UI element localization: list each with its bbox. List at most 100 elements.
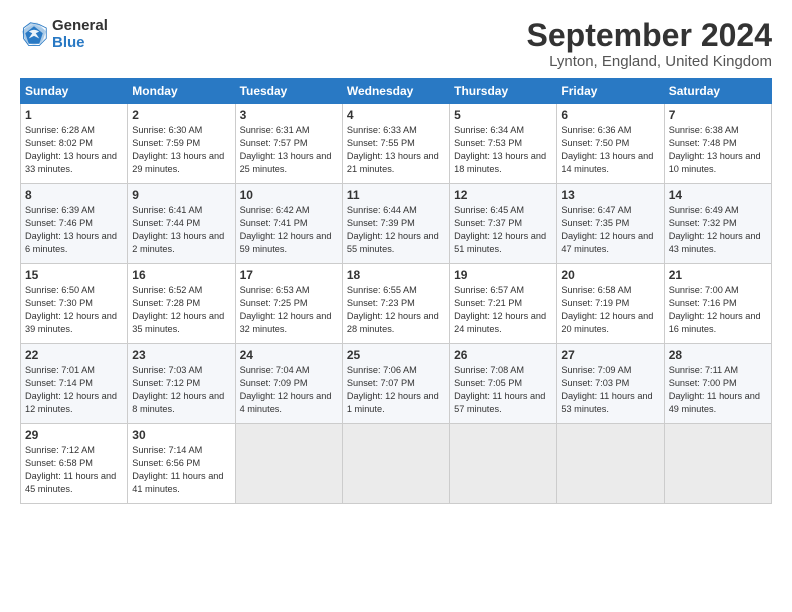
empty-cell: [664, 424, 771, 504]
day-cell-25: 25 Sunrise: 7:06 AMSunset: 7:07 PMDaylig…: [342, 344, 449, 424]
day-cell-21: 21 Sunrise: 7:00 AMSunset: 7:16 PMDaylig…: [664, 264, 771, 344]
cell-info: Sunrise: 6:28 AMSunset: 8:02 PMDaylight:…: [25, 125, 117, 174]
cell-info: Sunrise: 6:30 AMSunset: 7:59 PMDaylight:…: [132, 125, 224, 174]
day-number: 14: [669, 188, 767, 202]
day-number: 24: [240, 348, 338, 362]
day-cell-5: 5 Sunrise: 6:34 AMSunset: 7:53 PMDayligh…: [450, 104, 557, 184]
day-number: 10: [240, 188, 338, 202]
empty-cell: [235, 424, 342, 504]
day-cell-19: 19 Sunrise: 6:57 AMSunset: 7:21 PMDaylig…: [450, 264, 557, 344]
day-cell-23: 23 Sunrise: 7:03 AMSunset: 7:12 PMDaylig…: [128, 344, 235, 424]
calendar-table: Sunday Monday Tuesday Wednesday Thursday…: [20, 78, 772, 504]
day-cell-3: 3 Sunrise: 6:31 AMSunset: 7:57 PMDayligh…: [235, 104, 342, 184]
header-row: Sunday Monday Tuesday Wednesday Thursday…: [21, 79, 772, 104]
day-number: 1: [25, 108, 123, 122]
cell-info: Sunrise: 6:53 AMSunset: 7:25 PMDaylight:…: [240, 285, 332, 334]
day-number: 18: [347, 268, 445, 282]
cell-info: Sunrise: 6:42 AMSunset: 7:41 PMDaylight:…: [240, 205, 332, 254]
day-number: 11: [347, 188, 445, 202]
day-number: 6: [561, 108, 659, 122]
cell-info: Sunrise: 7:08 AMSunset: 7:05 PMDaylight:…: [454, 365, 545, 414]
th-monday: Monday: [128, 79, 235, 104]
day-number: 15: [25, 268, 123, 282]
cell-info: Sunrise: 7:11 AMSunset: 7:00 PMDaylight:…: [669, 365, 760, 414]
day-cell-4: 4 Sunrise: 6:33 AMSunset: 7:55 PMDayligh…: [342, 104, 449, 184]
day-number: 16: [132, 268, 230, 282]
day-number: 20: [561, 268, 659, 282]
cell-info: Sunrise: 6:34 AMSunset: 7:53 PMDaylight:…: [454, 125, 546, 174]
day-number: 2: [132, 108, 230, 122]
day-number: 27: [561, 348, 659, 362]
cell-info: Sunrise: 6:33 AMSunset: 7:55 PMDaylight:…: [347, 125, 439, 174]
day-cell-29: 29 Sunrise: 7:12 AMSunset: 6:58 PMDaylig…: [21, 424, 128, 504]
day-number: 19: [454, 268, 552, 282]
day-number: 12: [454, 188, 552, 202]
day-number: 7: [669, 108, 767, 122]
day-number: 23: [132, 348, 230, 362]
day-number: 28: [669, 348, 767, 362]
day-cell-11: 11 Sunrise: 6:44 AMSunset: 7:39 PMDaylig…: [342, 184, 449, 264]
th-tuesday: Tuesday: [235, 79, 342, 104]
day-number: 25: [347, 348, 445, 362]
day-cell-9: 9 Sunrise: 6:41 AMSunset: 7:44 PMDayligh…: [128, 184, 235, 264]
calendar-row-1: 1 Sunrise: 6:28 AMSunset: 8:02 PMDayligh…: [21, 104, 772, 184]
day-cell-28: 28 Sunrise: 7:11 AMSunset: 7:00 PMDaylig…: [664, 344, 771, 424]
day-cell-2: 2 Sunrise: 6:30 AMSunset: 7:59 PMDayligh…: [128, 104, 235, 184]
day-cell-30: 30 Sunrise: 7:14 AMSunset: 6:56 PMDaylig…: [128, 424, 235, 504]
cell-info: Sunrise: 6:50 AMSunset: 7:30 PMDaylight:…: [25, 285, 117, 334]
day-cell-26: 26 Sunrise: 7:08 AMSunset: 7:05 PMDaylig…: [450, 344, 557, 424]
th-thursday: Thursday: [450, 79, 557, 104]
cell-info: Sunrise: 6:52 AMSunset: 7:28 PMDaylight:…: [132, 285, 224, 334]
day-cell-17: 17 Sunrise: 6:53 AMSunset: 7:25 PMDaylig…: [235, 264, 342, 344]
day-cell-27: 27 Sunrise: 7:09 AMSunset: 7:03 PMDaylig…: [557, 344, 664, 424]
day-cell-24: 24 Sunrise: 7:04 AMSunset: 7:09 PMDaylig…: [235, 344, 342, 424]
calendar-row-2: 8 Sunrise: 6:39 AMSunset: 7:46 PMDayligh…: [21, 184, 772, 264]
cell-info: Sunrise: 6:39 AMSunset: 7:46 PMDaylight:…: [25, 205, 117, 254]
day-number: 9: [132, 188, 230, 202]
day-cell-8: 8 Sunrise: 6:39 AMSunset: 7:46 PMDayligh…: [21, 184, 128, 264]
cell-info: Sunrise: 7:14 AMSunset: 6:56 PMDaylight:…: [132, 445, 223, 494]
th-wednesday: Wednesday: [342, 79, 449, 104]
day-number: 3: [240, 108, 338, 122]
day-cell-7: 7 Sunrise: 6:38 AMSunset: 7:48 PMDayligh…: [664, 104, 771, 184]
calendar-row-3: 15 Sunrise: 6:50 AMSunset: 7:30 PMDaylig…: [21, 264, 772, 344]
day-cell-22: 22 Sunrise: 7:01 AMSunset: 7:14 PMDaylig…: [21, 344, 128, 424]
cell-info: Sunrise: 7:00 AMSunset: 7:16 PMDaylight:…: [669, 285, 761, 334]
day-cell-1: 1 Sunrise: 6:28 AMSunset: 8:02 PMDayligh…: [21, 104, 128, 184]
day-cell-18: 18 Sunrise: 6:55 AMSunset: 7:23 PMDaylig…: [342, 264, 449, 344]
day-cell-10: 10 Sunrise: 6:42 AMSunset: 7:41 PMDaylig…: [235, 184, 342, 264]
cell-info: Sunrise: 6:47 AMSunset: 7:35 PMDaylight:…: [561, 205, 653, 254]
logo-general: General: [52, 18, 108, 35]
page: General Blue September 2024 Lynton, Engl…: [0, 0, 792, 612]
logo-text: General Blue: [52, 18, 108, 51]
title-area: September 2024 Lynton, England, United K…: [527, 18, 772, 70]
th-sunday: Sunday: [21, 79, 128, 104]
th-saturday: Saturday: [664, 79, 771, 104]
day-number: 21: [669, 268, 767, 282]
cell-info: Sunrise: 7:12 AMSunset: 6:58 PMDaylight:…: [25, 445, 116, 494]
day-cell-14: 14 Sunrise: 6:49 AMSunset: 7:32 PMDaylig…: [664, 184, 771, 264]
day-cell-16: 16 Sunrise: 6:52 AMSunset: 7:28 PMDaylig…: [128, 264, 235, 344]
day-number: 13: [561, 188, 659, 202]
day-number: 22: [25, 348, 123, 362]
empty-cell: [450, 424, 557, 504]
cell-info: Sunrise: 6:41 AMSunset: 7:44 PMDaylight:…: [132, 205, 224, 254]
cell-info: Sunrise: 6:57 AMSunset: 7:21 PMDaylight:…: [454, 285, 546, 334]
logo: General Blue: [20, 18, 108, 51]
day-number: 4: [347, 108, 445, 122]
cell-info: Sunrise: 6:55 AMSunset: 7:23 PMDaylight:…: [347, 285, 439, 334]
day-number: 5: [454, 108, 552, 122]
empty-cell: [342, 424, 449, 504]
day-number: 17: [240, 268, 338, 282]
day-number: 29: [25, 428, 123, 442]
cell-info: Sunrise: 7:01 AMSunset: 7:14 PMDaylight:…: [25, 365, 117, 414]
calendar-row-4: 22 Sunrise: 7:01 AMSunset: 7:14 PMDaylig…: [21, 344, 772, 424]
month-title: September 2024: [527, 18, 772, 53]
cell-info: Sunrise: 6:44 AMSunset: 7:39 PMDaylight:…: [347, 205, 439, 254]
empty-cell: [557, 424, 664, 504]
location: Lynton, England, United Kingdom: [527, 53, 772, 70]
day-number: 8: [25, 188, 123, 202]
cell-info: Sunrise: 7:03 AMSunset: 7:12 PMDaylight:…: [132, 365, 224, 414]
cell-info: Sunrise: 6:58 AMSunset: 7:19 PMDaylight:…: [561, 285, 653, 334]
cell-info: Sunrise: 7:09 AMSunset: 7:03 PMDaylight:…: [561, 365, 652, 414]
